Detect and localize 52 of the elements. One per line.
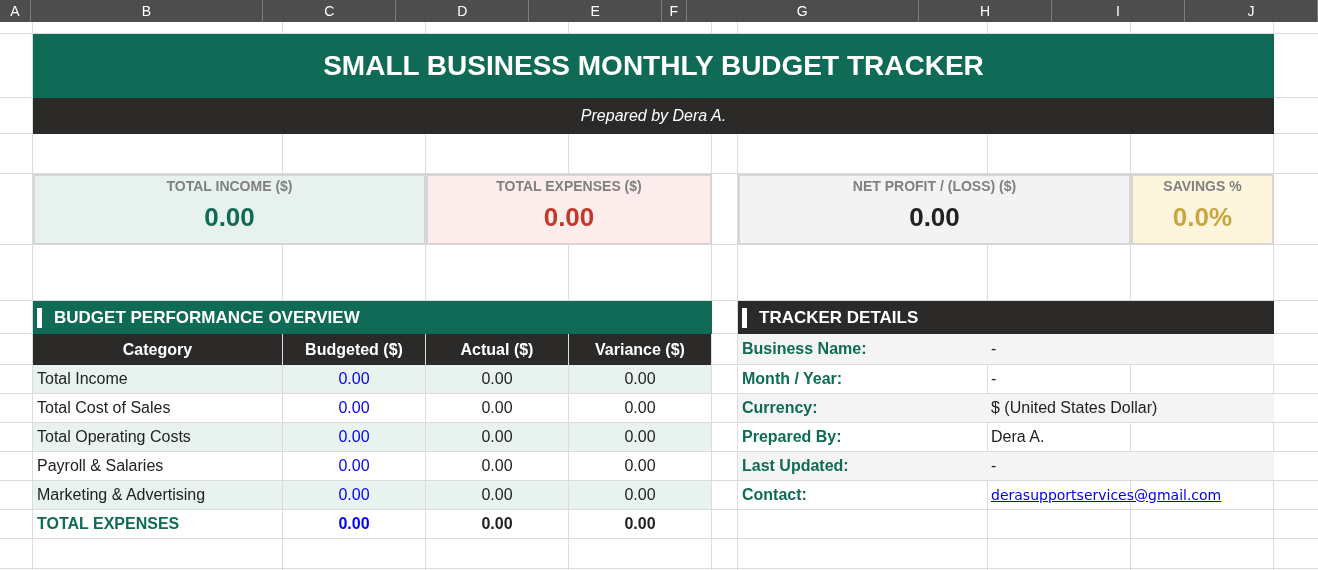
kpi-label: TOTAL INCOME ($) <box>166 178 293 194</box>
column-header[interactable]: G <box>686 0 919 22</box>
kpi-label: TOTAL EXPENSES ($) <box>496 178 642 194</box>
table-cell: TOTAL EXPENSES <box>33 510 283 539</box>
accent-bar-icon <box>742 307 747 328</box>
column-heading: Actual ($) <box>426 334 569 365</box>
field-value: - <box>988 334 1274 365</box>
kpi-label: NET PROFIT / (LOSS) ($) <box>852 178 1017 194</box>
column-heading: Budgeted ($) <box>283 334 426 365</box>
accent-bar-icon <box>37 307 42 328</box>
sheet-subtitle: Prepared by Dera A. <box>33 98 1274 134</box>
email-link[interactable]: derasupportservices@gmail.com <box>991 487 1222 503</box>
table-cell: 0.00 <box>569 481 712 510</box>
column-header[interactable]: F <box>662 0 687 22</box>
table-cell: Total Income <box>33 365 283 394</box>
section-title: TRACKER DETAILS <box>759 307 919 328</box>
kpi-value: 0.00 <box>909 202 960 233</box>
field-label: Last Updated: <box>738 452 988 481</box>
table-cell: 0.00 <box>426 423 569 452</box>
sheet-title: SMALL BUSINESS MONTHLY BUDGET TRACKER <box>33 34 1274 98</box>
table-cell: 0.00 <box>569 423 712 452</box>
column-header[interactable]: I <box>1052 0 1186 22</box>
table-cell: Marketing & Advertising <box>33 481 283 510</box>
table-cell: 0.00 <box>426 510 569 539</box>
column-header[interactable]: E <box>529 0 663 22</box>
column-header[interactable]: C <box>263 0 397 22</box>
column-heading: Variance ($) <box>569 334 712 365</box>
table-cell: 0.00 <box>283 365 426 394</box>
table-cell: 0.00 <box>569 365 712 394</box>
column-header[interactable]: J <box>1185 0 1318 22</box>
table-cell: 0.00 <box>283 510 426 539</box>
kpi-value: 0.0% <box>1172 202 1233 233</box>
kpi-value: 0.00 <box>204 202 255 233</box>
section-title: BUDGET PERFORMANCE OVERVIEW <box>54 307 360 328</box>
field-value: $ (United States Dollar) <box>988 394 1274 423</box>
table-cell: Total Operating Costs <box>33 423 283 452</box>
table-cell: 0.00 <box>569 510 712 539</box>
kpi-value: 0.00 <box>543 202 595 233</box>
column-header[interactable]: D <box>396 0 530 22</box>
column-heading: Category <box>33 334 283 365</box>
table-cell: 0.00 <box>426 481 569 510</box>
column-header[interactable]: H <box>919 0 1052 22</box>
field-value: - <box>988 452 1274 481</box>
column-header[interactable]: A <box>0 0 31 22</box>
field-label: Currency: <box>738 394 988 423</box>
table-cell: 0.00 <box>283 423 426 452</box>
field-label: Contact: <box>738 481 988 510</box>
kpi-label: SAVINGS % <box>1163 178 1242 194</box>
field-label: Business Name: <box>738 334 988 365</box>
column-header[interactable]: B <box>30 0 264 22</box>
table-cell: 0.00 <box>283 481 426 510</box>
table-cell: 0.00 <box>426 365 569 394</box>
